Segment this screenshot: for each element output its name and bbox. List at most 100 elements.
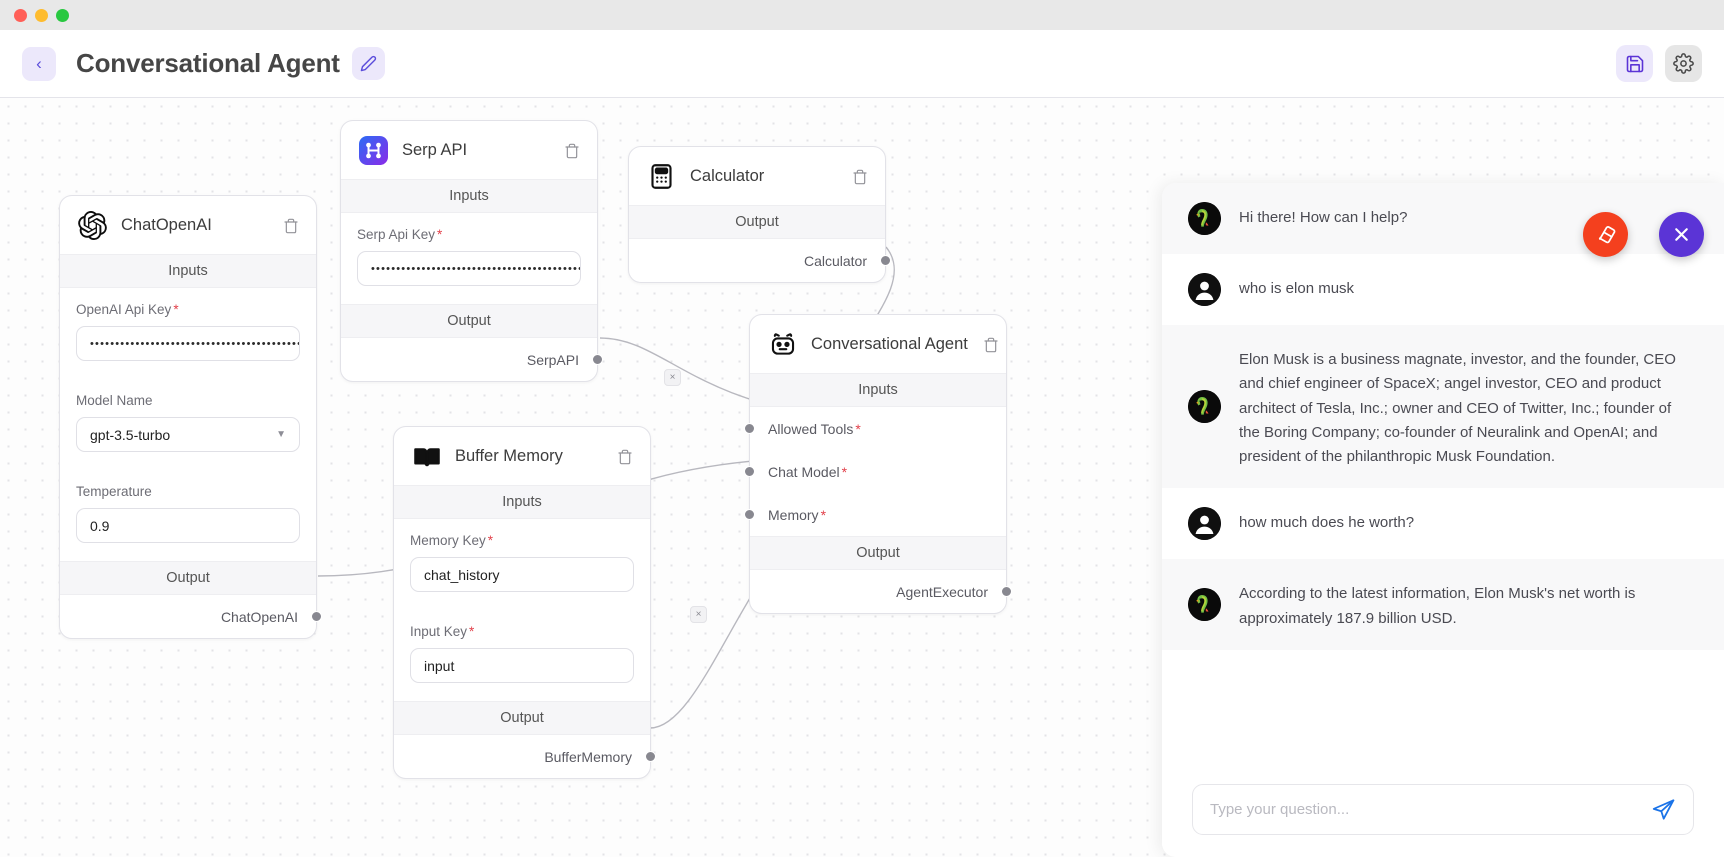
send-icon [1652, 799, 1675, 820]
node-chatopenai[interactable]: ChatOpenAI Inputs OpenAI Api Key * ••••••… [59, 195, 322, 639]
chat-message-bot: According to the latest information, Elo… [1162, 559, 1724, 651]
input-handle-allowed-tools[interactable] [744, 423, 755, 434]
window-minimize-button[interactable] [35, 8, 48, 22]
input-label: Chat Model [768, 463, 840, 480]
output-handle[interactable] [880, 255, 891, 266]
field-memory-key: Memory Key * chat_history [394, 519, 650, 596]
input-row-allowed-tools: Allowed Tools * [744, 407, 1006, 450]
input-row-chat-model: Chat Model * [744, 450, 1006, 493]
save-icon [1626, 55, 1643, 72]
output-section-label: Output [750, 536, 1006, 570]
chat-message-bot: Elon Musk is a business magnate, investo… [1162, 325, 1724, 489]
message-text: Hi there! How can I help? [1239, 209, 1408, 226]
clear-chat-button[interactable] [1583, 212, 1628, 257]
save-chatflow-button[interactable] [1616, 45, 1653, 82]
memory-key-input[interactable]: chat_history [410, 557, 634, 592]
required-asterisk: * [437, 227, 443, 242]
chevron-down-icon: ▼ [276, 429, 286, 440]
settings-button[interactable] [1665, 45, 1702, 82]
model-name-select[interactable]: gpt-3.5-turbo ▼ [76, 417, 300, 452]
node-conversational-agent[interactable]: Conversational Agent Inputs Allowed Tool… [744, 314, 1012, 614]
book-icon [411, 441, 442, 472]
output-label: SerpAPI [526, 351, 579, 368]
close-icon [1675, 228, 1688, 241]
chat-question-input[interactable] [1210, 801, 1641, 818]
person-icon [1188, 273, 1221, 306]
node-buffer-memory[interactable]: Buffer Memory Inputs Memory Key * chat_hi… [393, 426, 656, 779]
delete-node-button[interactable] [981, 335, 1001, 355]
field-serp-api-key: Serp Api Key * ••••••••••••••••••••••••••… [341, 213, 597, 290]
page-title: Conversational Agent [76, 48, 340, 78]
message-text: who is elon musk [1239, 280, 1355, 297]
delete-node-button[interactable] [615, 447, 635, 467]
edit-name-button[interactable] [351, 47, 385, 80]
output-row-agentexecutor: AgentExecutor [750, 570, 1012, 613]
inputs-section-label: Inputs [750, 373, 1006, 407]
input-handle-chat-model[interactable] [744, 466, 755, 477]
parrot-icon [1188, 390, 1221, 424]
chat-input-area [1162, 768, 1724, 857]
chat-input-box[interactable] [1192, 784, 1694, 835]
flow-canvas[interactable]: × × ChatOpenAI Inputs OpenAI Api Key * •… [0, 98, 1724, 857]
output-label: ChatOpenAI [220, 608, 298, 625]
output-section-label: Output [629, 205, 885, 239]
input-key-input[interactable]: input [410, 648, 634, 683]
window-close-button[interactable] [14, 8, 27, 22]
node-calculator[interactable]: Calculator Output Calculator [628, 146, 891, 283]
output-section-label: Output [341, 304, 597, 338]
back-button[interactable]: ‹ [22, 46, 56, 81]
node-title: ChatOpenAI [121, 216, 212, 234]
field-input-key: Input Key * input [394, 610, 650, 687]
output-label: BufferMemory [544, 748, 632, 765]
serp-api-key-input[interactable]: ••••••••••••••••••••••••••••••••••••••••… [357, 251, 581, 286]
delete-node-button[interactable] [562, 141, 582, 161]
temperature-input[interactable]: 0.9 [76, 508, 300, 543]
bot-avatar [1188, 390, 1221, 424]
message-text: how much does he worth? [1239, 514, 1415, 532]
trash-icon [284, 218, 298, 233]
output-section-label: Output [60, 561, 316, 595]
chat-panel: Hi there! How can I help? who is elon mu… [1162, 183, 1724, 857]
window-titlebar [0, 0, 1724, 30]
message-text: According to the latest information, Elo… [1239, 585, 1636, 627]
field-label: Temperature [76, 484, 152, 499]
trash-icon [565, 143, 579, 158]
edge-delete-button[interactable]: × [664, 369, 681, 386]
node-serpapi[interactable]: Serp API Inputs Serp Api Key * ••••••••••… [340, 120, 603, 382]
close-icon: × [669, 372, 676, 383]
openai-api-key-input[interactable]: ••••••••••••••••••••••••••••••••••••••••… [76, 326, 300, 361]
send-button[interactable] [1641, 797, 1676, 822]
output-handle[interactable] [1001, 586, 1012, 597]
field-temperature: Temperature 0.9 [60, 470, 316, 547]
node-title: Buffer Memory [455, 447, 563, 465]
output-handle[interactable] [311, 611, 322, 622]
chat-message-user: how much does he worth? [1162, 488, 1724, 560]
openai-icon [77, 210, 108, 241]
input-handle-memory[interactable] [744, 509, 755, 520]
parrot-icon [1188, 588, 1221, 622]
close-chat-button[interactable] [1659, 212, 1704, 257]
message-text: Elon Musk is a business magnate, investo… [1239, 351, 1676, 466]
delete-node-button[interactable] [850, 167, 870, 187]
gear-icon [1673, 53, 1694, 74]
edge-delete-button[interactable]: × [690, 606, 707, 623]
select-value: gpt-3.5-turbo [90, 426, 171, 443]
label-text: Input Key [410, 624, 468, 639]
node-title: Serp API [402, 141, 468, 159]
window-zoom-button[interactable] [56, 8, 69, 22]
field-label: Model Name [76, 393, 153, 408]
output-handle[interactable] [592, 354, 603, 365]
inputs-section-label: Inputs [394, 485, 650, 519]
output-row-serpapi: SerpAPI [341, 338, 603, 381]
required-asterisk: * [820, 506, 827, 523]
output-handle[interactable] [645, 751, 656, 762]
chat-message-user: who is elon musk [1162, 254, 1724, 325]
pencil-icon [360, 55, 376, 72]
user-avatar [1188, 273, 1221, 306]
chat-message-list[interactable]: Hi there! How can I help? who is elon mu… [1162, 183, 1724, 768]
delete-node-button[interactable] [281, 216, 301, 236]
